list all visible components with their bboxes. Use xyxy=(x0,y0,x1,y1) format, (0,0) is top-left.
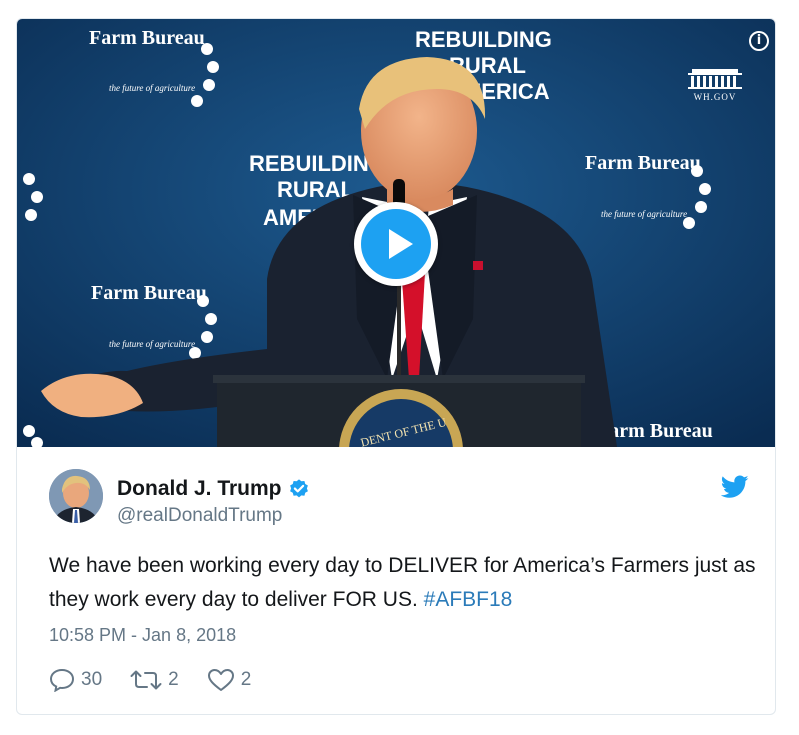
author-row[interactable]: Donald J. Trump xyxy=(117,477,310,501)
info-icon[interactable]: i xyxy=(749,31,769,51)
author-name[interactable]: Donald J. Trump xyxy=(117,477,282,501)
tweet-text: We have been working every day to DELIVE… xyxy=(49,549,769,617)
video-thumbnail[interactable]: Farm Bureau the future of agriculture Fa… xyxy=(17,19,775,447)
backdrop-tagline-2: the future of agriculture xyxy=(601,209,687,219)
author-handle[interactable]: @realDonaldTrump xyxy=(117,505,282,527)
play-icon xyxy=(389,229,413,259)
backdrop-tagline-3: the future of agriculture xyxy=(109,339,195,349)
backdrop-tagline-1: the future of agriculture xyxy=(109,83,195,93)
retweet-arrows-icon xyxy=(130,670,162,690)
whitehouse-watermark: WH.GOV xyxy=(683,67,747,102)
backdrop-word-1: REBUILDING xyxy=(415,27,552,52)
reply-button[interactable]: 30 xyxy=(49,668,102,692)
reply-bubble-icon xyxy=(49,668,75,692)
backdrop-brand-3: Farm Bureau xyxy=(91,282,207,304)
play-button[interactable] xyxy=(354,202,438,286)
tweet-timestamp[interactable]: 10:58 PM - Jan 8, 2018 xyxy=(49,625,236,646)
play-button-circle xyxy=(361,209,431,279)
tweet-actions: 30 2 2 xyxy=(49,665,279,695)
tweet-header: Donald J. Trump @realDonaldTrump xyxy=(49,469,749,529)
embedded-tweet-card[interactable]: Farm Bureau the future of agriculture Fa… xyxy=(16,18,776,715)
reply-count: 30 xyxy=(81,669,103,690)
whitehouse-building-icon xyxy=(688,69,742,89)
watermark-text: WH.GOV xyxy=(693,92,737,102)
avatar[interactable] xyxy=(49,469,103,523)
retweet-button[interactable]: 2 xyxy=(130,669,179,691)
avatar-portrait xyxy=(49,469,103,523)
verified-badge-icon xyxy=(289,479,308,498)
podium: DENT OF THE U xyxy=(213,375,585,447)
backdrop-brand-2: Farm Bureau xyxy=(585,152,701,174)
backdrop-brand-1: Farm Bureau xyxy=(89,27,205,49)
retweet-count: 2 xyxy=(168,669,179,690)
like-button[interactable]: 2 xyxy=(207,668,252,692)
tweet-body: We have been working every day to DELIVE… xyxy=(49,554,756,611)
like-count: 2 xyxy=(240,669,252,690)
hashtag-link[interactable]: #AFBF18 xyxy=(424,588,513,611)
heart-icon xyxy=(207,669,234,691)
twitter-bird-icon[interactable] xyxy=(721,475,749,499)
